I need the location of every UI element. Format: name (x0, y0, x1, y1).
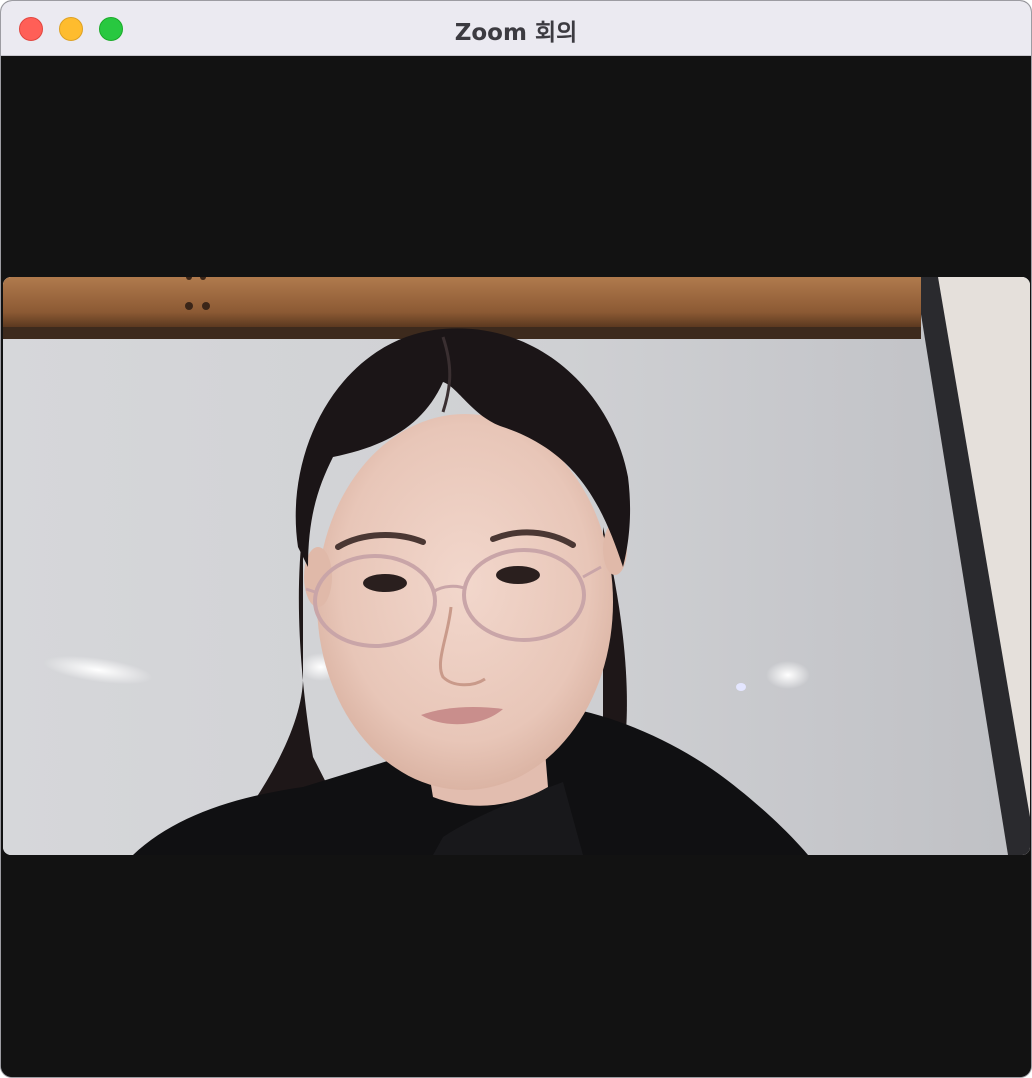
participant-video[interactable] (3, 277, 1030, 855)
zoom-meeting-window: Zoom 회의 (0, 0, 1032, 1078)
webcam-video-frame (3, 277, 1030, 855)
title-bar[interactable]: Zoom 회의 (1, 1, 1031, 56)
wood-shelf (3, 277, 921, 327)
light-reflection (766, 661, 810, 689)
video-area (1, 56, 1031, 1077)
window-title: Zoom 회의 (454, 20, 578, 46)
